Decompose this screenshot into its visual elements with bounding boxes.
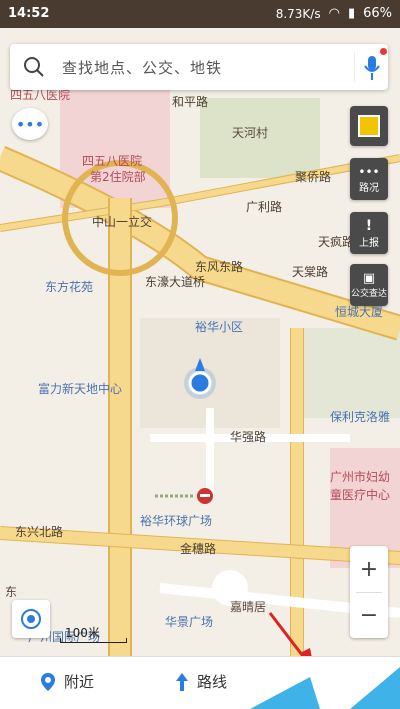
label-fuli: 富力新天地中心 <box>38 382 123 396</box>
bus-label: 公交查达 <box>350 289 387 299</box>
label-zhongshan: 中山一立交 <box>92 215 153 229</box>
label-baoli: 保利克洛雅 <box>330 410 391 424</box>
label-jugiao: 聚侨路 <box>295 170 332 184</box>
battery-text: 66% <box>363 6 392 21</box>
zoom-control: + − <box>350 546 388 638</box>
label-dongbao: 东濠大道桥 <box>145 275 206 289</box>
microphone-icon[interactable] <box>362 54 382 82</box>
search-bar[interactable]: 查找地点、公交、地铁 <box>10 44 388 90</box>
nearby-label: 附近 <box>64 673 95 691</box>
block-2 <box>300 328 400 418</box>
label-heping: 和平路 <box>172 95 209 109</box>
route-arrow-icon <box>176 672 188 691</box>
traffic-label: 路况 <box>359 182 379 194</box>
layers-button[interactable] <box>350 106 388 146</box>
label-huaxiang: 华景广场 <box>165 615 214 629</box>
route-label: 路线 <box>197 673 228 691</box>
label-tiankang: 天棠路 <box>292 265 329 279</box>
label-tianhe-village: 天河村 <box>232 126 269 140</box>
status-right: 8.73K/s ◠ ▮ 66% <box>276 6 392 21</box>
zoom-out-button[interactable]: − <box>350 592 388 638</box>
nearby-button[interactable]: 附近 <box>40 671 94 692</box>
report-button[interactable]: ! 上报 <box>350 212 388 254</box>
bottom-bar: 附近 路线 <box>0 656 400 709</box>
signal-icon: ▮ <box>347 6 356 21</box>
label-gz-hospital: 广州市妇幼 <box>330 470 391 484</box>
route-button[interactable]: 路线 <box>175 671 227 692</box>
label-yuhua: 裕华环球广场 <box>140 514 213 528</box>
scale-bar <box>60 638 127 643</box>
label-jiaqing: 嘉晴居 <box>230 600 267 614</box>
message-button[interactable]: ••• <box>12 108 48 140</box>
label-huaqiang: 华强路 <box>230 430 267 444</box>
bus-icon: ▣ <box>362 271 376 286</box>
label-dongxing: 东兴北路 <box>15 525 64 539</box>
locate-button[interactable] <box>12 600 50 638</box>
layers-icon <box>358 115 380 137</box>
search-placeholder[interactable]: 查找地点、公交、地铁 <box>62 57 222 78</box>
status-time: 14:52 <box>8 6 50 21</box>
locate-icon <box>21 609 41 629</box>
map-view[interactable]: 四五八医院 四五八医院 第2住院部 天河村 聚侨路 广利路 天疯路 天棠路 东方… <box>0 28 400 656</box>
location-pin-icon <box>41 672 55 691</box>
notification-dot <box>380 48 387 55</box>
corner-decoration <box>250 667 400 709</box>
label-yuhan: 裕华小区 <box>195 320 244 334</box>
label-hospital-2: 四五八医院 <box>82 154 143 168</box>
bus-button[interactable]: ▣ 公交查达 <box>350 264 388 306</box>
label-dongzhou: 东 <box>5 585 18 599</box>
traffic-icon: ••• <box>358 164 380 179</box>
divider <box>354 52 355 82</box>
report-icon: ! <box>365 217 373 234</box>
zoom-in-button[interactable]: + <box>350 546 388 592</box>
label-hospital-3: 第2住院部 <box>90 170 146 184</box>
label-jintai: 金穗路 <box>180 542 217 556</box>
wifi-icon: ◠ <box>328 6 340 21</box>
label-guangli: 广利路 <box>246 200 283 214</box>
label-gz-hospital-2: 童医疗中心 <box>330 488 391 502</box>
report-label: 上报 <box>359 237 379 249</box>
search-icon <box>24 57 44 77</box>
map-canvas <box>0 28 400 656</box>
location-dot <box>188 371 212 395</box>
label-tianfeng: 天疯路 <box>318 235 355 249</box>
traffic-button[interactable]: ••• 路况 <box>350 158 388 200</box>
network-speed: 8.73K/s <box>275 6 321 21</box>
status-bar: 14:52 8.73K/s ◠ ▮ 66% <box>0 0 400 28</box>
message-icon: ••• <box>15 114 45 134</box>
label-dongfang-garden: 东方花苑 <box>45 280 94 294</box>
